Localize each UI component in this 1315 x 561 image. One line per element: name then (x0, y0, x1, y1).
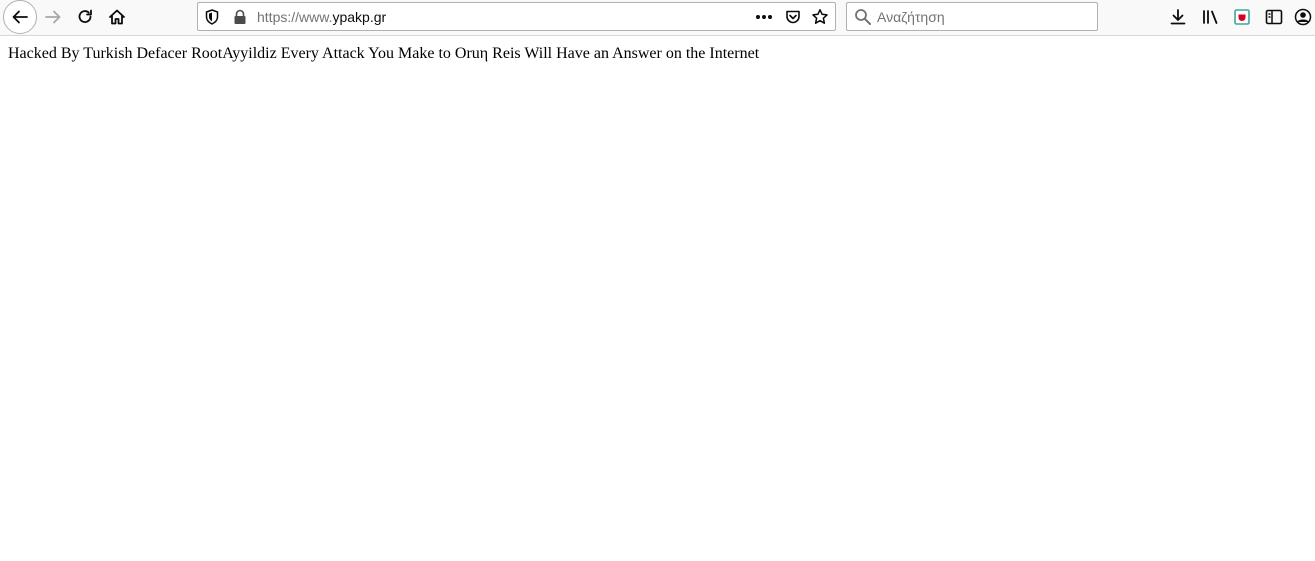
downloads-button[interactable] (1162, 2, 1194, 32)
back-arrow-icon (11, 8, 29, 26)
home-button[interactable] (101, 2, 133, 32)
sidebar-toggle-button[interactable] (1258, 2, 1290, 32)
pocket-icon[interactable] (784, 9, 802, 25)
library-button[interactable] (1194, 2, 1226, 32)
page-body-text: Hacked By Turkish Defacer RootAyyildiz E… (8, 45, 760, 62)
padlock-icon[interactable] (231, 9, 249, 25)
back-button[interactable] (3, 0, 37, 34)
reload-icon (76, 8, 94, 26)
account-avatar-icon (1294, 8, 1312, 26)
forward-arrow-icon (44, 8, 62, 26)
extension-icon (1233, 8, 1251, 26)
page-actions-more-icon[interactable] (755, 9, 773, 25)
home-icon (108, 8, 126, 26)
search-icon[interactable] (854, 8, 872, 26)
reload-button[interactable] (69, 2, 101, 32)
extension-button[interactable] (1226, 2, 1258, 32)
url-scheme-prefix: https://www. (257, 9, 333, 25)
tracking-protection-shield-icon[interactable] (203, 9, 221, 25)
address-bar[interactable]: https://www.ypakp.gr (197, 2, 836, 31)
url-host: ypakp.gr (332, 9, 387, 25)
url-text[interactable]: https://www.ypakp.gr (257, 8, 386, 26)
library-icon (1201, 8, 1219, 26)
sidebar-icon (1265, 8, 1283, 26)
navigation-toolbar: https://www.ypakp.gr (0, 0, 1315, 36)
download-arrow-icon (1169, 8, 1187, 26)
bookmark-star-icon[interactable] (811, 9, 829, 25)
forward-button[interactable] (37, 2, 69, 32)
account-button[interactable] (1290, 2, 1315, 32)
search-input[interactable] (877, 7, 1087, 26)
search-bar[interactable] (846, 2, 1098, 31)
